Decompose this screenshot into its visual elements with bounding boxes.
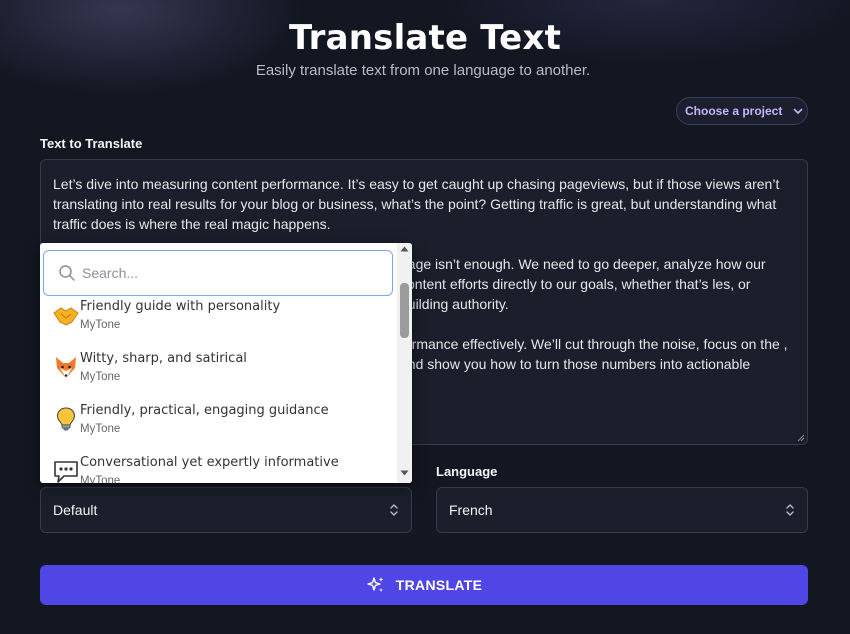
tone-option[interactable]: Friendly, practical, engaging guidance M… — [40, 403, 396, 455]
tone-option-source: MyTone — [80, 371, 121, 383]
scroll-down-arrow-icon[interactable] — [400, 470, 409, 476]
translate-button[interactable]: TRANSLATE — [40, 565, 808, 605]
tone-option-name: Friendly guide with personality — [80, 299, 281, 314]
tone-option-name: Conversational yet expertly informative — [80, 455, 339, 470]
tone-select[interactable]: Default — [40, 487, 412, 533]
resize-grip-icon[interactable] — [797, 434, 805, 442]
tone-select-value: Default — [53, 502, 98, 518]
lightbulb-icon — [56, 407, 76, 431]
tone-option[interactable]: Friendly guide with personality MyTone — [40, 299, 396, 351]
scrollbar-thumb[interactable] — [400, 283, 409, 338]
page-subtitle: Easily translate text from one language … — [255, 62, 591, 79]
tone-option-name: Witty, sharp, and satirical — [80, 351, 247, 366]
choose-project-label: Choose a project — [685, 104, 783, 118]
scroll-up-arrow-icon[interactable] — [400, 246, 409, 252]
language-select[interactable]: French — [436, 487, 808, 533]
dropdown-scrollbar[interactable] — [397, 243, 412, 483]
choose-project-button[interactable]: Choose a project — [676, 97, 808, 125]
page-title: Translate Text — [288, 18, 562, 58]
updown-chevron-icon — [390, 504, 398, 516]
tone-search-input[interactable] — [82, 265, 362, 281]
fox-icon — [56, 357, 76, 378]
translate-button-label: TRANSLATE — [395, 577, 483, 593]
tone-option-source: MyTone — [80, 475, 121, 483]
sparkles-icon — [367, 577, 384, 592]
tone-option[interactable]: Witty, sharp, and satirical MyTone — [40, 351, 396, 403]
tone-search-field[interactable] — [43, 250, 393, 296]
language-label: Language — [436, 464, 498, 479]
search-icon — [59, 265, 75, 281]
tone-dropdown-menu: Friendly guide with personality MyTone W… — [40, 243, 412, 483]
handshake-icon — [53, 307, 79, 326]
tone-option-source: MyTone — [80, 423, 121, 435]
chevron-down-icon — [794, 108, 803, 114]
speech-bubble-icon — [54, 461, 78, 483]
language-select-value: French — [449, 502, 493, 518]
tone-option-name: Friendly, practical, engaging guidance — [80, 403, 329, 418]
tone-option[interactable]: Conversational yet expertly informative … — [40, 455, 396, 483]
text-to-translate-label: Text to Translate — [40, 136, 143, 151]
text-paragraph-1: Let’s dive into measuring content perfor… — [53, 176, 780, 232]
updown-chevron-icon — [786, 504, 794, 516]
tone-option-source: MyTone — [80, 319, 121, 331]
